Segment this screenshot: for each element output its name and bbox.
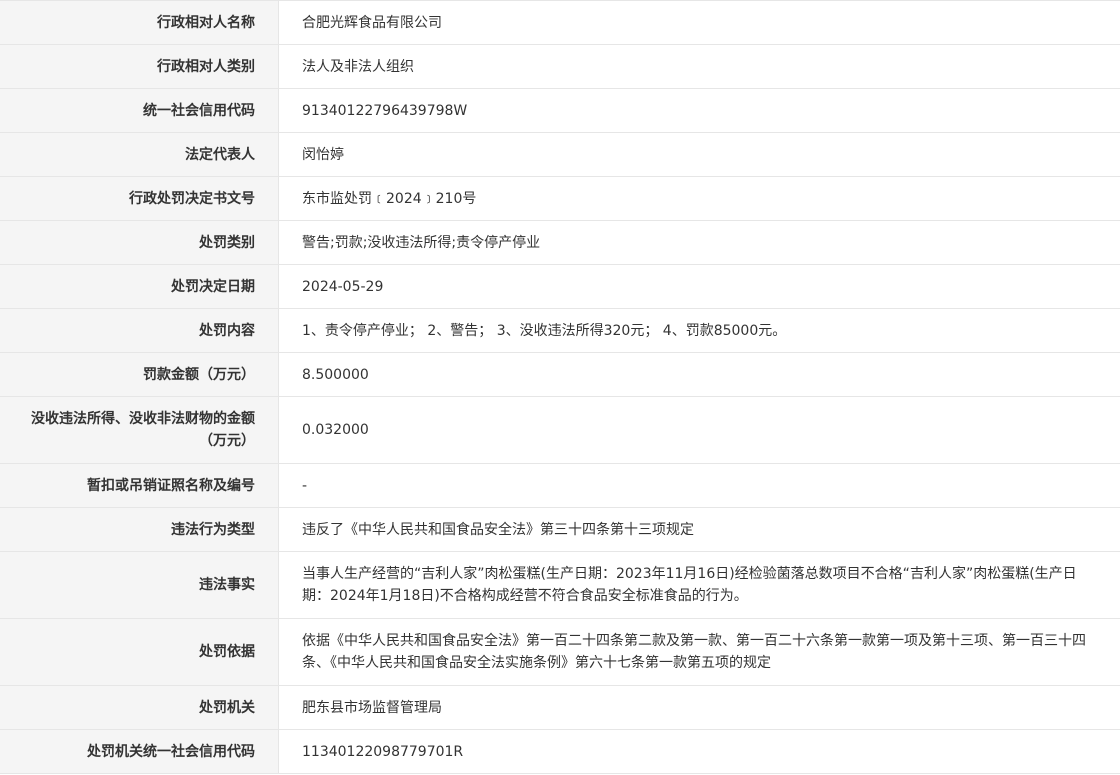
row-value: 依据《中华人民共和国食品安全法》第一百二十四条第二款及第一款、第一百二十六条第一… xyxy=(302,633,1086,671)
table-row: 法定代表人 闵怡婷 xyxy=(0,133,1120,177)
table-row: 行政相对人名称 合肥光辉食品有限公司 xyxy=(0,1,1120,45)
row-label: 处罚机关统一社会信用代码 xyxy=(0,730,279,773)
row-value: 8.500000 xyxy=(302,366,369,383)
row-label: 统一社会信用代码 xyxy=(0,89,279,132)
table-row: 行政相对人类别 法人及非法人组织 xyxy=(0,45,1120,89)
table-row: 处罚内容 1、责令停产停业； 2、警告； 3、没收违法所得320元； 4、罚款8… xyxy=(0,309,1120,353)
table-row: 违法行为类型 违反了《中华人民共和国食品安全法》第三十四条第十三项规定 xyxy=(0,508,1120,552)
row-value: 2024-05-29 xyxy=(302,278,384,295)
row-label: 行政处罚决定书文号 xyxy=(0,177,279,220)
row-label: 处罚机关 xyxy=(0,686,279,729)
row-label: 违法事实 xyxy=(0,552,279,618)
table-row: 违法事实 当事人生产经营的“吉利人家”肉松蛋糕(生产日期：2023年11月16日… xyxy=(0,552,1120,619)
table-row: 罚款金额（万元） 8.500000 xyxy=(0,353,1120,397)
row-value: 闵怡婷 xyxy=(302,146,344,163)
row-label: 行政相对人名称 xyxy=(0,1,279,44)
row-label: 处罚决定日期 xyxy=(0,265,279,308)
table-row: 没收违法所得、没收非法财物的金额（万元） 0.032000 xyxy=(0,397,1120,464)
row-value: 0.032000 xyxy=(302,422,369,438)
row-label: 法定代表人 xyxy=(0,133,279,176)
row-label: 行政相对人类别 xyxy=(0,45,279,88)
table-row: 处罚依据 依据《中华人民共和国食品安全法》第一百二十四条第二款及第一款、第一百二… xyxy=(0,619,1120,686)
table-row: 暂扣或吊销证照名称及编号 - xyxy=(0,464,1120,508)
row-value: - xyxy=(302,477,308,494)
row-value: 当事人生产经营的“吉利人家”肉松蛋糕(生产日期：2023年11月16日)经检验菌… xyxy=(302,566,1077,604)
row-label: 处罚内容 xyxy=(0,309,279,352)
row-value: 东市监处罚﹝2024﹞210号 xyxy=(302,190,477,207)
row-label: 处罚依据 xyxy=(0,619,279,685)
row-value: 警告;罚款;没收违法所得;责令停产停业 xyxy=(302,234,541,251)
row-value: 1、责令停产停业； 2、警告； 3、没收违法所得320元； 4、罚款85000元… xyxy=(302,322,787,339)
row-label: 罚款金额（万元） xyxy=(0,353,279,396)
table-row: 统一社会信用代码 91340122796439798W xyxy=(0,89,1120,133)
table-row: 处罚决定日期 2024-05-29 xyxy=(0,265,1120,309)
table-row: 处罚类别 警告;罚款;没收违法所得;责令停产停业 xyxy=(0,221,1120,265)
row-label: 暂扣或吊销证照名称及编号 xyxy=(0,464,279,507)
row-value: 法人及非法人组织 xyxy=(302,58,414,75)
table-row: 处罚机关统一社会信用代码 11340122098779701R xyxy=(0,730,1120,774)
row-label: 处罚类别 xyxy=(0,221,279,264)
table-row: 行政处罚决定书文号 东市监处罚﹝2024﹞210号 xyxy=(0,177,1120,221)
row-value: 合肥光辉食品有限公司 xyxy=(302,14,442,31)
penalty-info-table: 行政相对人名称 合肥光辉食品有限公司 行政相对人类别 法人及非法人组织 统一社会… xyxy=(0,0,1120,774)
row-value: 11340122098779701R xyxy=(302,743,464,760)
row-value: 肥东县市场监督管理局 xyxy=(302,699,442,716)
table-row: 处罚机关 肥东县市场监督管理局 xyxy=(0,686,1120,730)
row-label: 违法行为类型 xyxy=(0,508,279,551)
row-value: 违反了《中华人民共和国食品安全法》第三十四条第十三项规定 xyxy=(302,521,694,538)
row-value: 91340122796439798W xyxy=(302,102,468,119)
row-label: 没收违法所得、没收非法财物的金额（万元） xyxy=(0,397,279,463)
